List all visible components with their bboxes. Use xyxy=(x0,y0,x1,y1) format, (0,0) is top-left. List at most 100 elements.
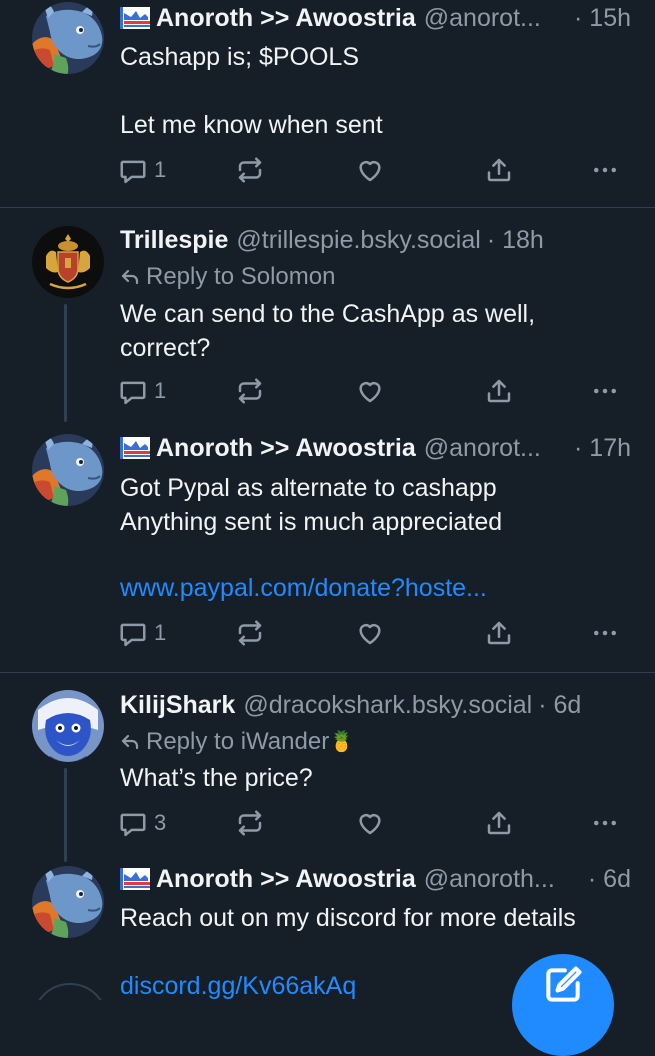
post-actions: 3 xyxy=(118,807,630,839)
discord-link[interactable]: discord.gg/Kv66akAq xyxy=(120,970,356,1000)
compose-button[interactable] xyxy=(512,954,614,1056)
post-text: What’s the price? xyxy=(120,764,313,792)
more-icon xyxy=(590,618,620,648)
flag-icon xyxy=(120,7,150,29)
share-button[interactable] xyxy=(484,807,514,839)
avatar[interactable] xyxy=(32,226,104,298)
share-icon xyxy=(484,376,514,406)
author-handle[interactable]: @trillespie.bsky.social xyxy=(236,224,480,256)
share-icon xyxy=(484,808,514,838)
thread-line xyxy=(64,768,67,862)
avatar[interactable] xyxy=(32,434,104,506)
author-name[interactable]: Anoroth >> Awoostria xyxy=(156,432,416,464)
heart-icon xyxy=(355,618,385,648)
avatar[interactable] xyxy=(32,2,104,74)
reply-button[interactable]: 1 xyxy=(118,617,166,649)
post-actions: 1 xyxy=(118,375,630,407)
post-time[interactable]: · 15h xyxy=(566,2,631,34)
post-text: Got Pypal as alternate to cashapp Anythi… xyxy=(120,474,503,536)
author-name[interactable]: Anoroth >> Awoostria xyxy=(156,2,416,34)
speech-bubble-icon xyxy=(118,376,148,406)
post-time[interactable]: · 6d xyxy=(580,863,631,895)
repost-icon xyxy=(235,808,265,838)
reply-to[interactable]: Reply to Solomon xyxy=(120,262,335,292)
more-button[interactable] xyxy=(590,807,620,839)
share-icon xyxy=(484,155,514,185)
repost-icon xyxy=(235,376,265,406)
post-header: KilijShark @dracokshark.bsky.social · 6d xyxy=(120,689,631,721)
post-header: Anoroth >> Awoostria @anorot... · 17h xyxy=(120,432,631,464)
avatar[interactable] xyxy=(32,690,104,762)
reply-arrow-icon xyxy=(120,733,140,751)
post-time[interactable]: · 6d xyxy=(538,689,581,721)
speech-bubble-icon xyxy=(118,618,148,648)
author-name[interactable]: Trillespie xyxy=(120,224,228,256)
like-button[interactable] xyxy=(355,807,385,839)
reply-count: 1 xyxy=(154,378,167,403)
more-button[interactable] xyxy=(590,375,620,407)
flag-icon xyxy=(120,437,150,459)
reply-to[interactable]: Reply to iWander 🍍 xyxy=(120,727,354,757)
dragon-avatar-icon xyxy=(32,2,104,74)
post-text: Reach out on my discord for more details xyxy=(120,904,576,932)
compose-icon xyxy=(546,966,582,1002)
author-handle[interactable]: @dracokshark.bsky.social xyxy=(243,689,532,721)
reply-count: 1 xyxy=(154,157,167,182)
post-time[interactable]: · 18h xyxy=(487,224,544,256)
more-button[interactable] xyxy=(590,154,620,186)
repost-icon xyxy=(235,618,265,648)
repost-button[interactable] xyxy=(235,617,265,649)
dragon-avatar-icon xyxy=(32,866,104,938)
speech-bubble-icon xyxy=(118,155,148,185)
post-3[interactable]: Anoroth >> Awoostria @anorot... · 17h Go… xyxy=(0,423,655,672)
author-handle[interactable]: @anoroth... xyxy=(424,863,555,895)
author-name[interactable]: KilijShark xyxy=(120,689,235,721)
pineapple-emoji: 🍍 xyxy=(329,731,355,753)
author-handle[interactable]: @anorot... xyxy=(424,432,541,464)
share-button[interactable] xyxy=(484,375,514,407)
author-handle[interactable]: @anorot... xyxy=(424,2,541,34)
post-header: Anoroth >> Awoostria @anorot... · 15h xyxy=(120,2,631,34)
post-4[interactable]: KilijShark @dracokshark.bsky.social · 6d… xyxy=(0,673,655,863)
post-actions: 1 xyxy=(118,617,630,649)
share-icon xyxy=(484,618,514,648)
post-header: Trillespie @trillespie.bsky.social · 18h xyxy=(120,224,631,256)
post-header: Anoroth >> Awoostria @anoroth... · 6d xyxy=(120,863,631,895)
like-button[interactable] xyxy=(355,617,385,649)
reply-button[interactable]: 1 xyxy=(118,154,166,186)
crest-avatar-icon xyxy=(32,226,104,298)
more-button[interactable] xyxy=(590,617,620,649)
more-icon xyxy=(590,808,620,838)
reply-button[interactable]: 1 xyxy=(118,375,166,407)
post-2[interactable]: Trillespie @trillespie.bsky.social · 18h… xyxy=(0,208,655,423)
post-actions: 1 xyxy=(118,154,630,186)
reply-to-label: Reply to iWander xyxy=(146,728,330,755)
repost-icon xyxy=(235,155,265,185)
post-time[interactable]: · 17h xyxy=(566,432,631,464)
shark-avatar-icon xyxy=(32,690,104,762)
like-button[interactable] xyxy=(355,375,385,407)
heart-icon xyxy=(355,376,385,406)
repost-button[interactable] xyxy=(235,154,265,186)
avatar[interactable] xyxy=(32,866,104,938)
dragon-avatar-icon xyxy=(32,434,104,506)
repost-button[interactable] xyxy=(235,375,265,407)
speech-bubble-icon xyxy=(118,808,148,838)
post-1[interactable]: Anoroth >> Awoostria @anorot... · 15h Ca… xyxy=(0,0,655,207)
author-name[interactable]: Anoroth >> Awoostria xyxy=(156,863,416,895)
share-button[interactable] xyxy=(484,154,514,186)
post-text: We can send to the CashApp as well, corr… xyxy=(120,300,536,362)
thread-line xyxy=(64,304,67,422)
reply-button[interactable]: 3 xyxy=(118,807,166,839)
like-button[interactable] xyxy=(355,154,385,186)
share-button[interactable] xyxy=(484,617,514,649)
reply-count: 3 xyxy=(154,810,167,835)
more-icon xyxy=(590,376,620,406)
paypal-link[interactable]: www.paypal.com/donate?hoste... xyxy=(120,572,487,604)
post-text: Cashapp is; $POOLS Let me know when sent xyxy=(120,43,383,139)
next-avatar[interactable] xyxy=(32,983,108,1000)
reply-to-label: Reply to Solomon xyxy=(146,263,336,290)
repost-button[interactable] xyxy=(235,807,265,839)
reply-arrow-icon xyxy=(120,268,140,286)
heart-icon xyxy=(355,155,385,185)
